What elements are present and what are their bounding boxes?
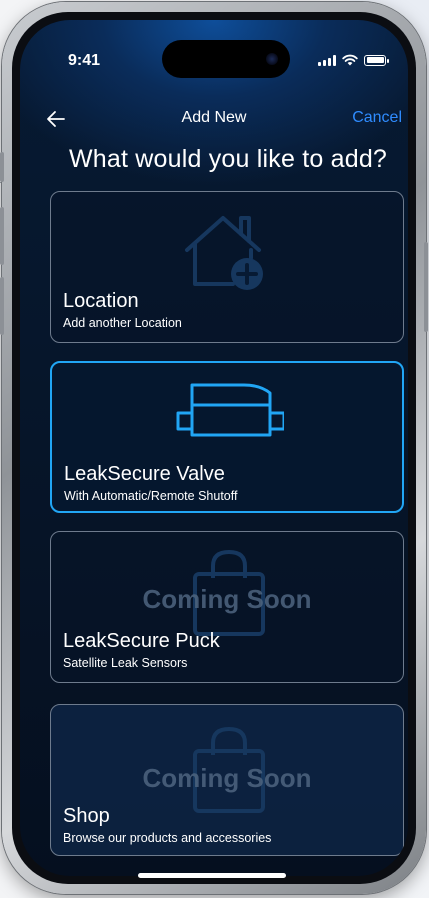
option-subtitle: Browse our products and accessories: [63, 831, 272, 845]
option-subtitle: Add another Location: [63, 316, 182, 330]
status-icons: [318, 54, 389, 66]
option-subtitle: Satellite Leak Sensors: [63, 656, 188, 670]
camera-icon: [266, 53, 278, 65]
navigation-bar: Add New Cancel: [20, 107, 408, 131]
house-add-icon: [185, 216, 263, 290]
power-button: [424, 242, 428, 332]
volume-down-button: [0, 277, 4, 335]
option-title: Shop: [63, 805, 110, 827]
status-time: 9:41: [68, 52, 101, 69]
option-card-shop[interactable]: Coming Soon Shop Browse our products and…: [50, 704, 404, 856]
cancel-button[interactable]: Cancel: [352, 109, 402, 127]
volume-up-button: [0, 207, 4, 265]
option-card-leaksecure-puck[interactable]: Coming Soon LeakSecure Puck Satellite Le…: [50, 531, 404, 683]
option-subtitle: With Automatic/Remote Shutoff: [64, 489, 238, 503]
option-title: LeakSecure Puck: [63, 630, 220, 652]
coming-soon-badge: Coming Soon: [142, 763, 312, 793]
phone-bezel: 9:41 Add New Cancel What would you like …: [12, 12, 416, 884]
option-title: Location: [63, 290, 139, 312]
side-button: [0, 152, 4, 182]
valve-icon: [176, 383, 284, 437]
page-heading: What would you like to add?: [68, 145, 388, 173]
option-title: LeakSecure Valve: [64, 463, 225, 485]
battery-icon: [364, 54, 389, 66]
home-indicator[interactable]: [138, 873, 286, 878]
app-screen: 9:41 Add New Cancel What would you like …: [20, 20, 408, 876]
option-card-leaksecure-valve[interactable]: LeakSecure Valve With Automatic/Remote S…: [50, 361, 404, 513]
phone-frame: 9:41 Add New Cancel What would you like …: [0, 2, 428, 894]
wifi-icon: [342, 54, 358, 66]
coming-soon-badge: Coming Soon: [142, 584, 312, 614]
option-card-location[interactable]: Location Add another Location: [50, 191, 404, 343]
page-title: Add New: [181, 109, 247, 126]
cellular-signal-icon: [318, 54, 336, 66]
dynamic-island: [162, 40, 290, 78]
